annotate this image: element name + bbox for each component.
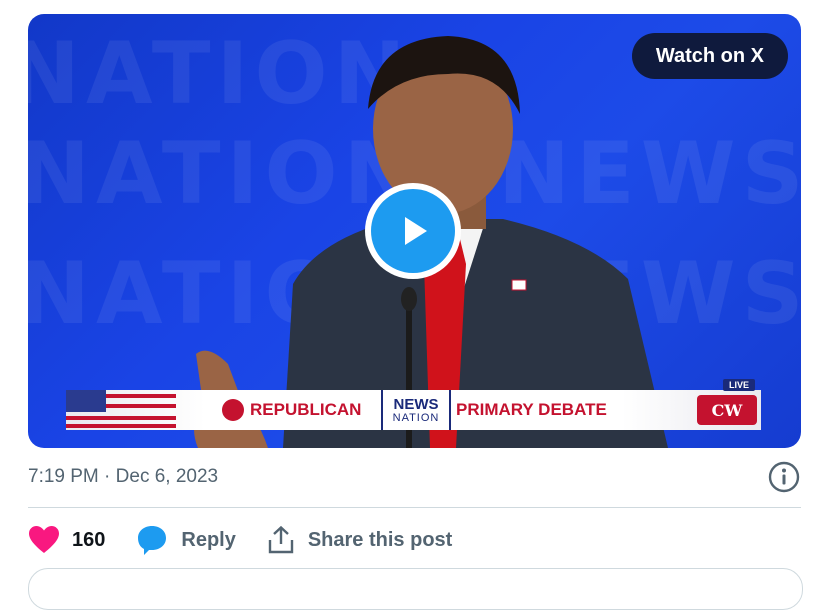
- share-icon: [268, 525, 294, 554]
- info-icon[interactable]: [767, 460, 801, 494]
- banner-left-text: REPUBLICAN: [250, 400, 362, 419]
- post-timestamp[interactable]: 7:19 PM · Dec 6, 2023: [28, 466, 218, 488]
- video-player[interactable]: NATION NATION NEWSNAT NATION NEWSNAT Wat…: [28, 14, 801, 448]
- action-bar: 160 Reply Share this post: [28, 520, 482, 560]
- lower-third-banner: REPUBLICAN LIVE NEWS NATION PRIMARY DEBA…: [66, 379, 761, 430]
- watch-on-x-button[interactable]: Watch on X: [631, 33, 788, 79]
- play-button[interactable]: [365, 183, 461, 279]
- reply-bubble-icon: [138, 526, 167, 555]
- post-date: Dec 6, 2023: [115, 466, 219, 487]
- play-icon: [405, 217, 427, 245]
- share-label: Share this post: [307, 528, 453, 551]
- flag-graphic: [66, 390, 176, 428]
- newsnation-logo: LIVE NEWS NATION: [381, 379, 756, 430]
- cw-logo: CW: [697, 395, 757, 425]
- likes-count: 160: [72, 528, 106, 551]
- gop-elephant-icon: [222, 399, 244, 421]
- heart-icon: [29, 526, 59, 553]
- banner-right-text: PRIMARY DEBATE: [456, 400, 607, 419]
- live-tag: LIVE: [723, 379, 756, 391]
- like-button[interactable]: 160: [28, 525, 105, 555]
- next-card: [28, 568, 803, 610]
- divider: [28, 507, 801, 508]
- separator: ·: [104, 466, 111, 487]
- share-button[interactable]: Share this post: [266, 525, 452, 555]
- reply-label: Reply: [181, 528, 236, 551]
- post-time: 7:19 PM: [28, 466, 99, 487]
- reply-button[interactable]: Reply: [135, 524, 236, 556]
